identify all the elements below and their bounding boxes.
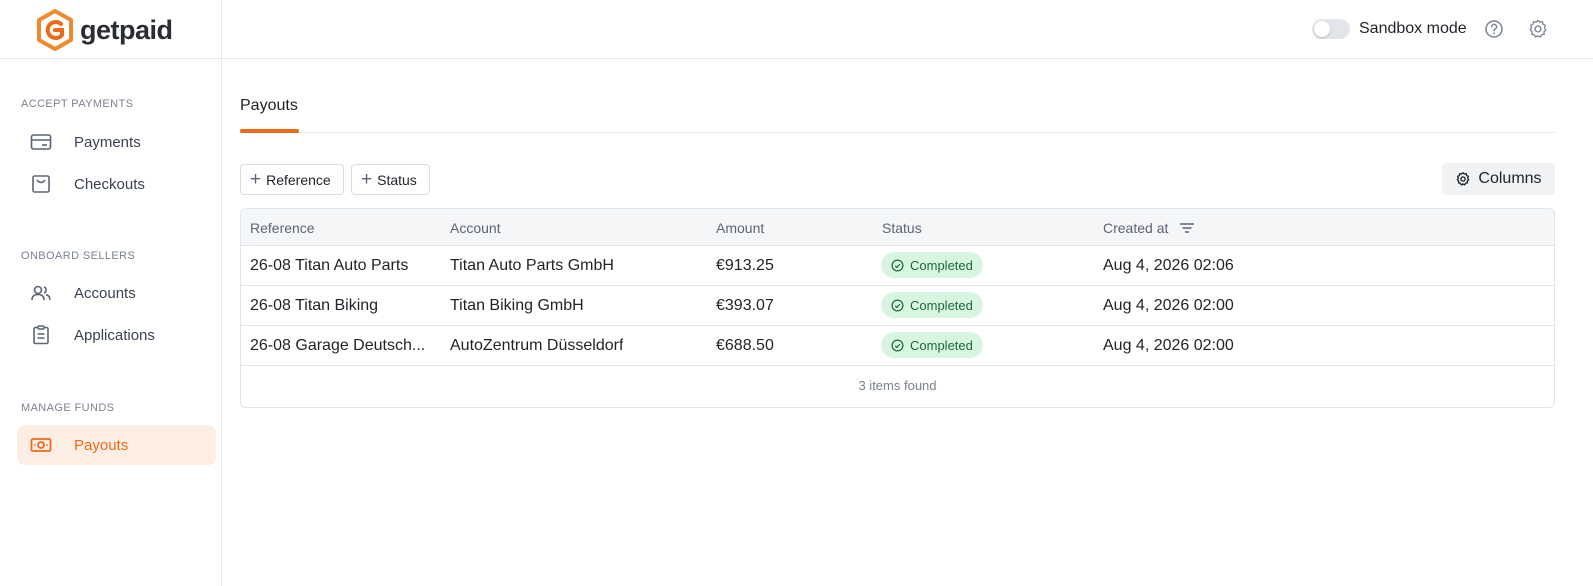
section-label-manage-funds: MANAGE FUNDS [21,402,115,414]
columns-button[interactable]: Columns [1442,163,1555,195]
status-text: Completed [910,297,973,313]
check-circle-icon [891,259,904,271]
sidebar-item-label: Payments [74,133,141,151]
cell-reference: 26-08 Titan Biking [250,297,379,314]
add-reference-filter-button[interactable]: + Reference [240,164,344,195]
column-header-created-at: Created at [1103,220,1169,236]
toggle-knob [1314,21,1330,37]
sidebar-item-checkouts[interactable]: Checkouts [17,164,216,204]
clipboard-icon [33,325,49,345]
sandbox-label: Sandbox mode [1359,20,1467,37]
column-header-status: Status [882,220,922,236]
cell-account: Titan Biking GmbH [450,297,584,314]
sidebar-item-label: Payouts [74,436,129,454]
status-text: Completed [910,337,973,353]
sidebar: getpaid ACCEPT PAYMENTS Payments Checkou… [0,0,222,586]
sidebar-item-label: Applications [74,326,155,344]
tab-payouts[interactable]: Payouts [240,80,298,133]
cell-account: AutoZentrum Düsseldorf [450,337,624,354]
section-label-onboard-sellers: ONBOARD SELLERS [21,250,136,262]
cash-icon [30,438,52,452]
sidebar-item-applications[interactable]: Applications [17,315,216,355]
cell-created-at: Aug 4, 2026 02:00 [1103,297,1234,314]
check-circle-icon [891,299,904,311]
cell-created-at: Aug 4, 2026 02:00 [1103,337,1234,354]
table-row[interactable]: 26-08 Titan Biking Titan Biking GmbH €39… [241,286,1554,326]
status-text: Completed [910,257,973,273]
table-row[interactable]: 26-08 Garage Deutsch... AutoZentrum Düss… [241,326,1554,366]
sidebar-item-label: Checkouts [74,175,145,193]
cell-reference: 26-08 Garage Deutsch... [250,337,426,354]
payouts-table: Reference Account Amount Status Created … [240,208,1555,408]
cell-reference: 26-08 Titan Auto Parts [250,257,409,274]
status-badge: Completed [881,292,983,318]
logo[interactable]: getpaid [34,9,173,51]
help-icon[interactable] [1484,19,1504,39]
filter-label: Status [377,171,417,188]
cell-created-at: Aug 4, 2026 02:06 [1103,257,1234,274]
status-badge: Completed [881,252,983,278]
users-icon [31,285,51,301]
sidebar-item-accounts[interactable]: Accounts [17,273,216,313]
cell-account: Titan Auto Parts GmbH [450,257,614,274]
cell-amount: €913.25 [716,257,774,274]
add-status-filter-button[interactable]: + Status [351,164,430,195]
section-label-accept-payments: ACCEPT PAYMENTS [21,98,134,110]
sidebar-item-payments[interactable]: Payments [17,122,216,162]
table-row[interactable]: 26-08 Titan Auto Parts Titan Auto Parts … [241,246,1554,286]
sidebar-divider [0,58,222,59]
sidebar-item-payouts[interactable]: Payouts [17,425,216,465]
gear-icon[interactable] [1527,18,1549,40]
gear-icon [1457,172,1470,186]
check-circle-icon [891,339,904,351]
items-count: 3 items found [858,378,937,393]
table-header: Reference Account Amount Status Created … [241,209,1554,246]
sidebar-item-label: Accounts [74,284,136,302]
column-header-reference: Reference [250,220,315,236]
status-badge: Completed [881,332,983,358]
plus-icon: + [361,169,373,190]
cell-amount: €688.50 [716,337,774,354]
sort-icon[interactable] [1178,221,1196,235]
tab-bar: Payouts [240,80,1555,133]
plus-icon: + [250,169,262,190]
column-header-account: Account [450,220,501,236]
card-icon [30,134,52,150]
bag-icon [32,175,50,193]
active-tab-indicator [240,129,299,133]
cell-amount: €393.07 [716,297,774,314]
top-bar: Sandbox mode [222,0,1593,59]
columns-label: Columns [1478,170,1542,187]
column-header-amount: Amount [716,220,765,236]
filter-label: Reference [266,171,331,188]
getpaid-logo-icon [37,9,73,51]
sandbox-toggle[interactable] [1312,19,1350,39]
brand-name: getpaid [80,14,173,45]
